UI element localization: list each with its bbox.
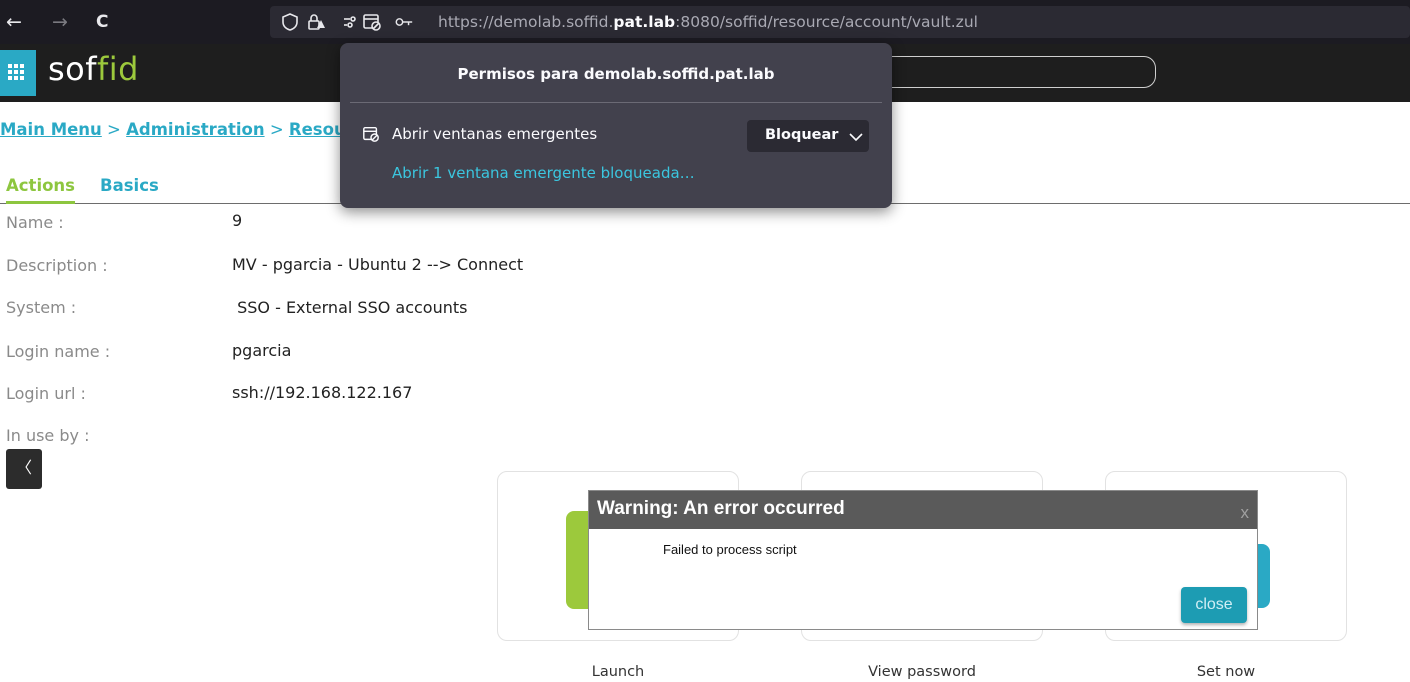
permissions-popup-title: Permisos para demolab.soffid.pat.lab — [457, 65, 775, 83]
url-suffix: :8080/soffid/resource/account/vault.zul — [675, 13, 978, 31]
reload-icon[interactable]: C — [96, 0, 108, 44]
url-bar[interactable]: https://demolab.soffid.pat.lab:8080/soff… — [270, 6, 1410, 38]
breadcrumb: Main Menu > Administration > Resour — [0, 120, 354, 139]
launch-label[interactable]: Launch — [497, 664, 739, 680]
system-label: System : — [6, 298, 77, 317]
chevron-down-icon — [849, 133, 863, 142]
blocked-popup-icon — [363, 126, 379, 142]
lock-warning-icon[interactable] — [306, 12, 326, 32]
popup-permission-select[interactable]: Bloquear — [747, 120, 869, 152]
permissions-divider — [350, 102, 882, 103]
dialog-title-bar: Warning: An error occurred x — [589, 491, 1257, 529]
collapse-button[interactable]: 〈 — [6, 449, 42, 489]
breadcrumb-main-menu[interactable]: Main Menu — [0, 120, 102, 139]
open-blocked-popup-link[interactable]: Abrir 1 ventana emergente bloqueada… — [392, 164, 695, 182]
description-value: MV - pgarcia - Ubuntu 2 --> Connect — [232, 255, 524, 274]
login-url-label: Login url : — [6, 384, 86, 403]
key-icon[interactable] — [394, 12, 414, 32]
set-now-button-edge[interactable] — [1256, 544, 1270, 608]
app-menu-grid-icon[interactable] — [0, 50, 36, 96]
url-prefix: https://demolab.soffid. — [438, 13, 614, 31]
blocked-popup-icon[interactable] — [362, 12, 382, 32]
site-permissions-popup: Permisos para demolab.soffid.pat.lab Abr… — [340, 43, 892, 208]
soffid-logo[interactable]: soffid — [48, 50, 139, 88]
system-value: SSO - External SSO accounts — [232, 298, 468, 317]
browser-toolbar: ← → C https://demolab.soffid.pat.lab:808… — [0, 0, 1410, 44]
login-name-value: pgarcia — [232, 341, 292, 360]
breadcrumb-separator: > — [264, 120, 289, 139]
permissions-icon[interactable] — [342, 12, 362, 32]
description-label: Description : — [6, 256, 108, 275]
select-value: Bloquear — [765, 127, 839, 143]
warning-dialog: Warning: An error occurred x Failed to p… — [588, 490, 1258, 630]
name-value: 9 — [232, 211, 243, 230]
tab-actions[interactable]: Actions — [6, 176, 75, 204]
back-arrow-icon[interactable]: ← — [6, 0, 22, 44]
dialog-close-button[interactable]: close — [1181, 587, 1247, 623]
login-url-value: ssh://192.168.122.167 — [232, 383, 413, 402]
logo-suffix: fid — [97, 50, 139, 88]
login-name-label: Login name : — [6, 342, 111, 361]
dialog-close-icon[interactable]: x — [1241, 503, 1250, 523]
shield-icon[interactable] — [280, 12, 300, 32]
breadcrumb-separator: > — [101, 120, 127, 139]
url-text[interactable]: https://demolab.soffid.pat.lab:8080/soff… — [438, 6, 978, 38]
search-input[interactable] — [880, 56, 1156, 88]
dialog-title: Warning: An error occurred — [597, 498, 845, 519]
forward-arrow-icon[interactable]: → — [52, 0, 68, 44]
name-label: Name : — [6, 213, 64, 232]
set-now-label[interactable]: Set now — [1105, 664, 1347, 680]
url-host: pat.lab — [613, 13, 676, 31]
logo-prefix: sof — [48, 50, 98, 88]
in-use-by-label: In use by : — [6, 426, 90, 445]
dialog-message: Failed to process script — [663, 542, 797, 557]
popup-permission-label: Abrir ventanas emergentes — [392, 125, 598, 143]
breadcrumb-administration[interactable]: Administration — [126, 120, 264, 139]
view-password-label[interactable]: View password — [801, 664, 1043, 680]
tab-basics[interactable]: Basics — [100, 176, 159, 195]
launch-button-edge[interactable] — [566, 511, 590, 609]
